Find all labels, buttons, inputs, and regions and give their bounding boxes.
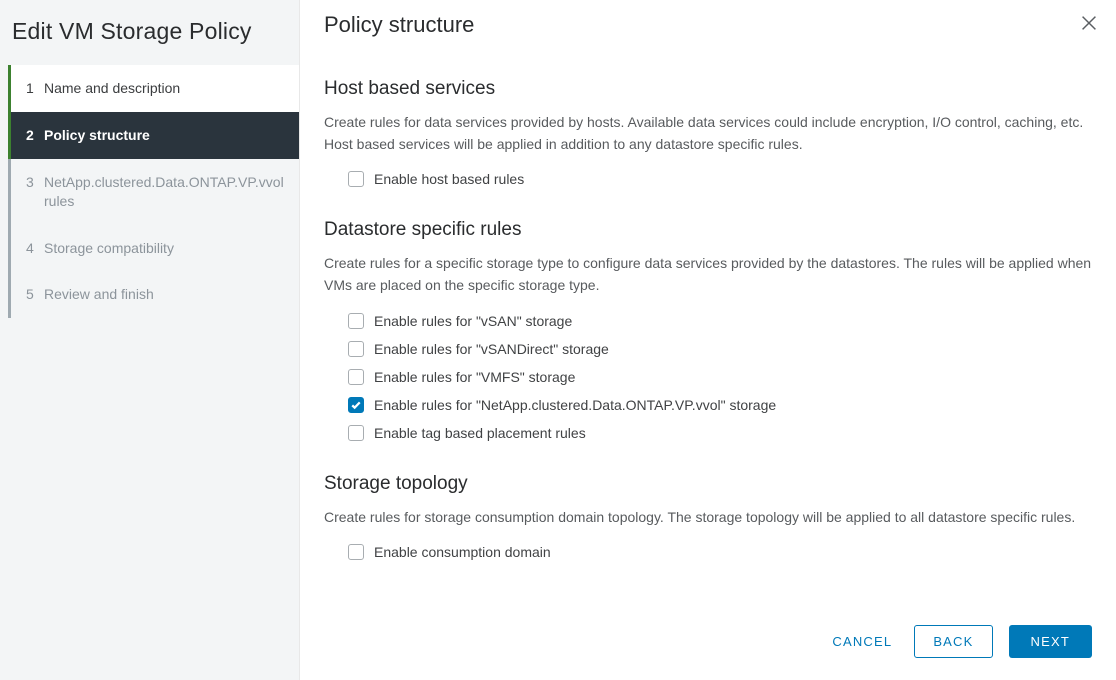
option-label: Enable consumption domain [374, 544, 551, 560]
option-netapp-vvol[interactable]: Enable rules for "NetApp.clustered.Data.… [348, 391, 1092, 419]
wizard-dialog: Edit VM Storage Policy 1 Name and descri… [0, 0, 1116, 680]
next-button[interactable]: NEXT [1009, 625, 1092, 658]
option-label: Enable host based rules [374, 171, 524, 187]
option-label: Enable rules for "vSANDirect" storage [374, 341, 609, 357]
option-vmfs[interactable]: Enable rules for "VMFS" storage [348, 363, 1092, 391]
wizard-nav: Edit VM Storage Policy 1 Name and descri… [0, 0, 300, 680]
wizard-content: Policy structure Host based services Cre… [300, 0, 1116, 680]
option-consumption-domain[interactable]: Enable consumption domain [348, 538, 1092, 566]
step-label: Storage compatibility [44, 239, 287, 258]
option-vsan[interactable]: Enable rules for "vSAN" storage [348, 307, 1092, 335]
step-label: Name and description [44, 79, 287, 98]
option-label: Enable tag based placement rules [374, 425, 586, 441]
checkbox[interactable] [348, 397, 364, 413]
step-vvol-rules[interactable]: 3 NetApp.clustered.Data.ONTAP.VP.vvol ru… [11, 159, 299, 225]
checkbox[interactable] [348, 544, 364, 560]
step-number: 1 [26, 79, 44, 98]
step-number: 4 [26, 239, 44, 258]
section-heading: Host based services [324, 78, 1092, 100]
section-host-based-services: Host based services Create rules for dat… [324, 78, 1092, 193]
section-options: Enable rules for "vSAN" storage Enable r… [324, 305, 1092, 447]
step-number: 3 [26, 173, 44, 192]
section-description: Create rules for storage consumption dom… [324, 507, 1092, 529]
close-icon [1078, 12, 1100, 34]
checkbox[interactable] [348, 425, 364, 441]
close-button[interactable] [1078, 12, 1100, 34]
section-description: Create rules for data services provided … [324, 112, 1092, 155]
checkbox[interactable] [348, 171, 364, 187]
checkbox[interactable] [348, 369, 364, 385]
option-vsandirect[interactable]: Enable rules for "vSANDirect" storage [348, 335, 1092, 363]
step-label: Policy structure [44, 126, 287, 145]
section-heading: Storage topology [324, 473, 1092, 495]
wizard-steps: 1 Name and description 2 Policy structur… [8, 65, 299, 318]
section-description: Create rules for a specific storage type… [324, 253, 1092, 296]
step-number: 5 [26, 285, 44, 304]
wizard-title: Edit VM Storage Policy [0, 4, 299, 65]
back-button[interactable]: BACK [914, 625, 992, 658]
checkbox[interactable] [348, 341, 364, 357]
section-options: Enable consumption domain [324, 536, 1092, 566]
option-label: Enable rules for "VMFS" storage [374, 369, 575, 385]
step-label: Review and finish [44, 285, 287, 304]
option-label: Enable rules for "NetApp.clustered.Data.… [374, 397, 776, 413]
step-policy-structure[interactable]: 2 Policy structure [11, 112, 299, 159]
step-number: 2 [26, 126, 44, 145]
page-title: Policy structure [324, 12, 1092, 38]
section-options: Enable host based rules [324, 163, 1092, 193]
step-review-and-finish[interactable]: 5 Review and finish [11, 271, 299, 318]
cancel-button[interactable]: CANCEL [826, 626, 898, 657]
checkbox[interactable] [348, 313, 364, 329]
step-name-and-description[interactable]: 1 Name and description [11, 65, 299, 112]
step-label: NetApp.clustered.Data.ONTAP.VP.vvol rule… [44, 173, 287, 211]
option-tag-based[interactable]: Enable tag based placement rules [348, 419, 1092, 447]
option-label: Enable rules for "vSAN" storage [374, 313, 572, 329]
section-storage-topology: Storage topology Create rules for storag… [324, 473, 1092, 567]
check-icon [350, 399, 362, 411]
section-heading: Datastore specific rules [324, 219, 1092, 241]
wizard-footer: CANCEL BACK NEXT [324, 607, 1092, 680]
section-datastore-rules: Datastore specific rules Create rules fo… [324, 219, 1092, 446]
step-storage-compatibility[interactable]: 4 Storage compatibility [11, 225, 299, 272]
option-enable-host-rules[interactable]: Enable host based rules [348, 165, 1092, 193]
